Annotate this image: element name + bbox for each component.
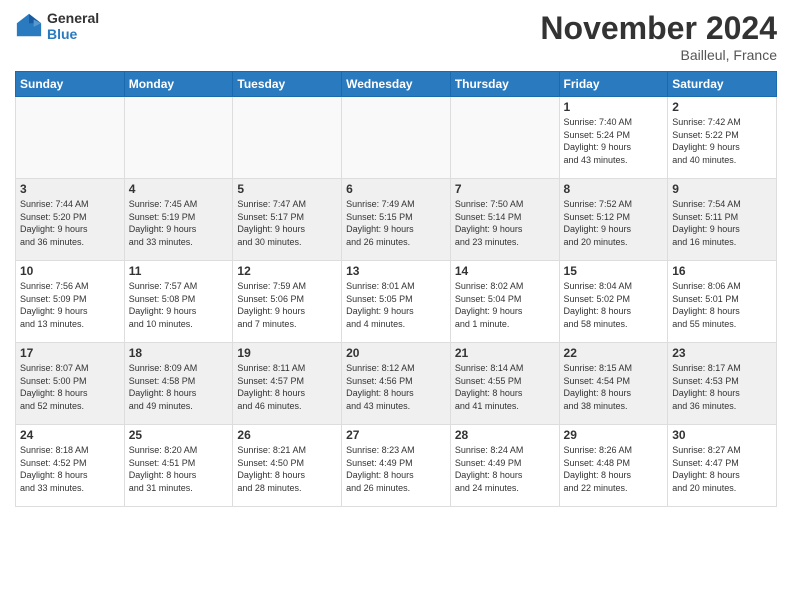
calendar-cell: 1Sunrise: 7:40 AM Sunset: 5:24 PM Daylig…	[559, 97, 668, 179]
calendar-cell: 4Sunrise: 7:45 AM Sunset: 5:19 PM Daylig…	[124, 179, 233, 261]
col-thursday: Thursday	[450, 72, 559, 97]
calendar-cell: 2Sunrise: 7:42 AM Sunset: 5:22 PM Daylig…	[668, 97, 777, 179]
calendar-cell: 27Sunrise: 8:23 AM Sunset: 4:49 PM Dayli…	[342, 425, 451, 507]
calendar-cell: 9Sunrise: 7:54 AM Sunset: 5:11 PM Daylig…	[668, 179, 777, 261]
calendar-header-row: Sunday Monday Tuesday Wednesday Thursday…	[16, 72, 777, 97]
calendar-cell: 11Sunrise: 7:57 AM Sunset: 5:08 PM Dayli…	[124, 261, 233, 343]
logo-text: General Blue	[47, 10, 99, 42]
col-tuesday: Tuesday	[233, 72, 342, 97]
calendar-cell: 26Sunrise: 8:21 AM Sunset: 4:50 PM Dayli…	[233, 425, 342, 507]
location: Bailleul, France	[540, 47, 777, 63]
calendar-cell: 6Sunrise: 7:49 AM Sunset: 5:15 PM Daylig…	[342, 179, 451, 261]
page-container: General Blue November 2024 Bailleul, Fra…	[0, 0, 792, 517]
calendar-cell	[450, 97, 559, 179]
calendar-cell: 13Sunrise: 8:01 AM Sunset: 5:05 PM Dayli…	[342, 261, 451, 343]
calendar-cell: 19Sunrise: 8:11 AM Sunset: 4:57 PM Dayli…	[233, 343, 342, 425]
calendar-cell: 20Sunrise: 8:12 AM Sunset: 4:56 PM Dayli…	[342, 343, 451, 425]
calendar-cell	[16, 97, 125, 179]
calendar-cell: 25Sunrise: 8:20 AM Sunset: 4:51 PM Dayli…	[124, 425, 233, 507]
col-monday: Monday	[124, 72, 233, 97]
calendar-cell: 12Sunrise: 7:59 AM Sunset: 5:06 PM Dayli…	[233, 261, 342, 343]
calendar-cell	[342, 97, 451, 179]
title-area: November 2024 Bailleul, France	[540, 10, 777, 63]
col-friday: Friday	[559, 72, 668, 97]
calendar-cell: 15Sunrise: 8:04 AM Sunset: 5:02 PM Dayli…	[559, 261, 668, 343]
calendar-cell: 14Sunrise: 8:02 AM Sunset: 5:04 PM Dayli…	[450, 261, 559, 343]
calendar-cell: 5Sunrise: 7:47 AM Sunset: 5:17 PM Daylig…	[233, 179, 342, 261]
page-header: General Blue November 2024 Bailleul, Fra…	[15, 10, 777, 63]
calendar-cell: 21Sunrise: 8:14 AM Sunset: 4:55 PM Dayli…	[450, 343, 559, 425]
calendar-cell: 22Sunrise: 8:15 AM Sunset: 4:54 PM Dayli…	[559, 343, 668, 425]
calendar-cell: 7Sunrise: 7:50 AM Sunset: 5:14 PM Daylig…	[450, 179, 559, 261]
calendar-cell: 29Sunrise: 8:26 AM Sunset: 4:48 PM Dayli…	[559, 425, 668, 507]
calendar-cell: 8Sunrise: 7:52 AM Sunset: 5:12 PM Daylig…	[559, 179, 668, 261]
calendar-cell: 23Sunrise: 8:17 AM Sunset: 4:53 PM Dayli…	[668, 343, 777, 425]
calendar-cell: 28Sunrise: 8:24 AM Sunset: 4:49 PM Dayli…	[450, 425, 559, 507]
calendar-cell: 30Sunrise: 8:27 AM Sunset: 4:47 PM Dayli…	[668, 425, 777, 507]
calendar-cell: 24Sunrise: 8:18 AM Sunset: 4:52 PM Dayli…	[16, 425, 125, 507]
calendar-cell	[124, 97, 233, 179]
logo-icon	[15, 12, 43, 40]
calendar-cell: 16Sunrise: 8:06 AM Sunset: 5:01 PM Dayli…	[668, 261, 777, 343]
month-title: November 2024	[540, 10, 777, 47]
col-wednesday: Wednesday	[342, 72, 451, 97]
col-sunday: Sunday	[16, 72, 125, 97]
calendar-cell: 18Sunrise: 8:09 AM Sunset: 4:58 PM Dayli…	[124, 343, 233, 425]
calendar-cell	[233, 97, 342, 179]
calendar-cell: 3Sunrise: 7:44 AM Sunset: 5:20 PM Daylig…	[16, 179, 125, 261]
calendar-cell: 17Sunrise: 8:07 AM Sunset: 5:00 PM Dayli…	[16, 343, 125, 425]
calendar-table: Sunday Monday Tuesday Wednesday Thursday…	[15, 71, 777, 507]
calendar-cell: 10Sunrise: 7:56 AM Sunset: 5:09 PM Dayli…	[16, 261, 125, 343]
col-saturday: Saturday	[668, 72, 777, 97]
logo: General Blue	[15, 10, 99, 42]
